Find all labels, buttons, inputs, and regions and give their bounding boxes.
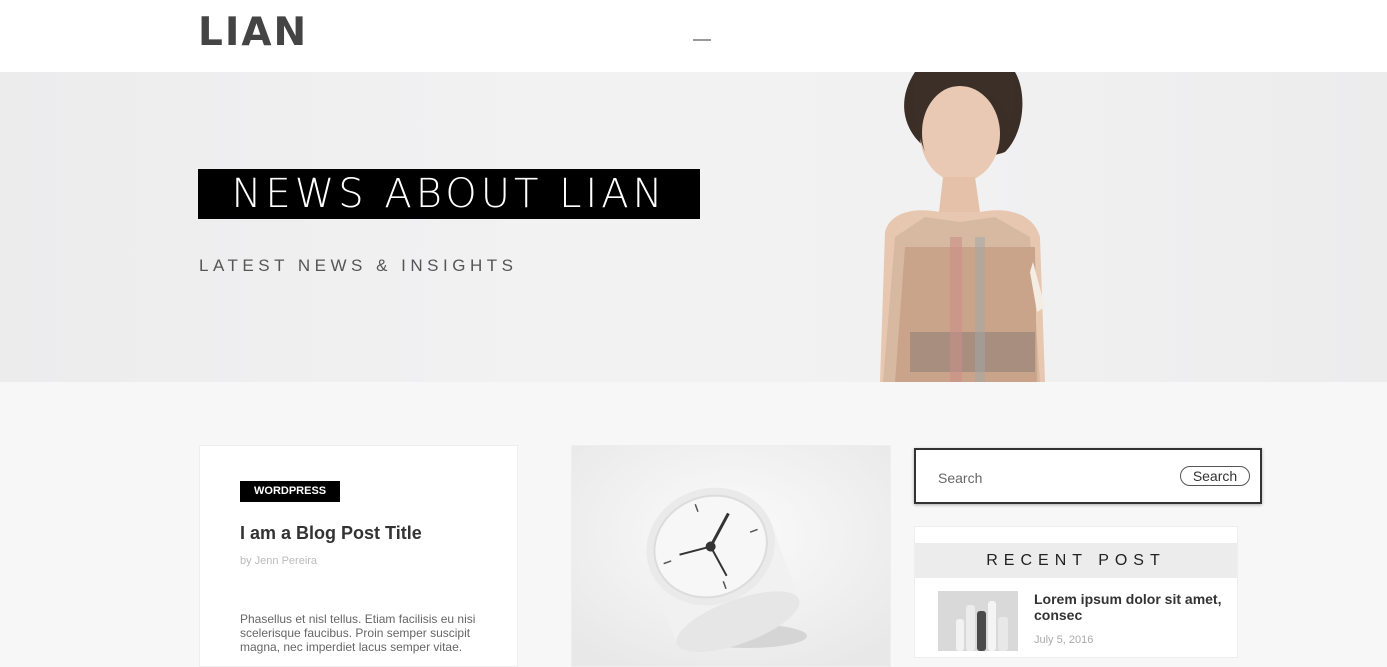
post-title[interactable]: I am a Blog Post Title — [240, 523, 422, 544]
menu-toggle-icon[interactable] — [693, 39, 711, 41]
hero-model-image — [880, 72, 1045, 382]
blog-post-card[interactable]: WORDPRESS I am a Blog Post Title by Jenn… — [199, 445, 518, 667]
site-logo[interactable]: LIAN — [198, 12, 308, 54]
clock-image — [572, 446, 890, 666]
post-excerpt: Phasellus et nisl tellus. Etiam facilisi… — [240, 612, 476, 654]
recent-post-date: July 5, 2016 — [1034, 634, 1094, 646]
recent-post-thumbnail[interactable] — [938, 591, 1018, 651]
search-widget: Search — [914, 448, 1262, 504]
cosmetics-image — [938, 591, 1018, 651]
category-tag[interactable]: WORDPRESS — [240, 481, 341, 502]
post-author: by Jenn Pereira — [240, 555, 318, 567]
hero-subtitle: LATEST NEWS & INSIGHTS — [199, 256, 518, 275]
recent-post-title[interactable]: Lorem ipsum dolor sit amet, consec — [1034, 591, 1224, 623]
site-header: LIAN — [0, 0, 1387, 72]
recent-posts-heading: RECENT POST — [915, 543, 1237, 578]
featured-image-card[interactable] — [571, 445, 891, 667]
search-button[interactable]: Search — [1180, 466, 1250, 486]
recent-posts-widget: RECENT POST Lorem ipsum dolor sit amet, … — [914, 526, 1238, 658]
search-input[interactable] — [936, 464, 1160, 492]
hero-banner: NEWS ABOUT LIAN LATEST NEWS & INSIGHTS — [0, 72, 1387, 382]
hero-title: NEWS ABOUT LIAN — [198, 169, 700, 219]
